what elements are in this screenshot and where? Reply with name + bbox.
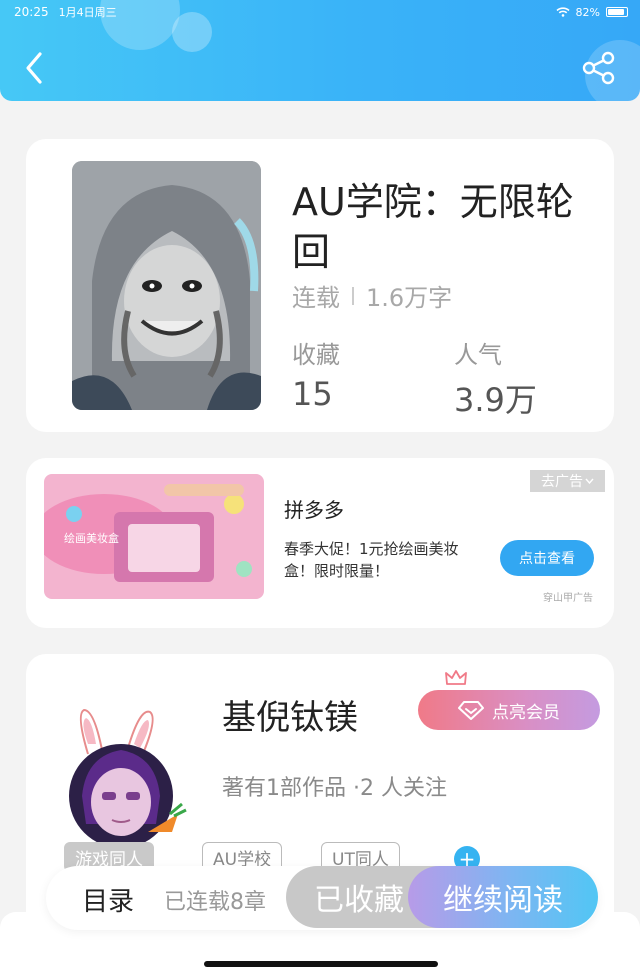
author-info: 著有1部作品 ·2 人关注 <box>222 776 447 801</box>
book-cover[interactable] <box>72 161 261 410</box>
crown-icon <box>445 670 467 685</box>
status-date: 1月4日周三 <box>58 6 117 19</box>
remove-ad-label: 去广告 <box>541 474 583 490</box>
favorites-label: 收藏 <box>292 341 340 369</box>
chevron-down-icon <box>585 478 594 484</box>
ad-card[interactable]: 绘画美妆盒 去广告 拼多多 春季大促！1元抢绘画美妆盒！限时限量！ 点击查看 穿… <box>26 458 614 628</box>
home-indicator <box>204 961 438 967</box>
activate-vip-button[interactable]: 点亮会员 <box>418 690 600 730</box>
status-time: 20:25 <box>14 5 49 19</box>
ad-product-image: 绘画美妆盒 <box>44 474 264 599</box>
bottom-action-bar: 目录 已连载8章 已收藏 继续阅读 <box>46 866 598 930</box>
meta-divider <box>352 286 354 305</box>
avatar-illustration <box>69 708 187 848</box>
status-bar: 20:25 1月4日周三 82% <box>14 3 628 21</box>
ad-view-button[interactable]: 点击查看 <box>500 540 594 576</box>
book-word-count: 1.6万字 <box>366 284 453 312</box>
popularity-label: 人气 <box>454 341 502 369</box>
author-avatar[interactable] <box>58 704 188 848</box>
share-icon <box>582 51 615 85</box>
table-of-contents-button[interactable]: 目录 <box>82 881 134 918</box>
popularity-value: 3.9万 <box>454 381 537 419</box>
continue-reading-button[interactable]: 继续阅读 <box>408 866 598 928</box>
back-button[interactable] <box>18 48 52 88</box>
book-status: 连载 <box>292 284 340 312</box>
author-name: 基倪钛镁 <box>222 698 358 738</box>
favorited-label: 已收藏 <box>314 883 404 918</box>
ad-description: 春季大促！1元抢绘画美妆盒！限时限量！ <box>284 540 459 580</box>
ad-source: 穿山甲广告 <box>543 593 593 604</box>
battery-icon <box>606 7 628 17</box>
diamond-icon <box>458 701 484 720</box>
chapter-progress: 已连载8章 <box>164 890 266 915</box>
back-arrow-icon <box>26 52 42 84</box>
remove-ad-button[interactable]: 去广告 <box>530 470 605 492</box>
book-meta: 连载 1.6万字 <box>292 278 452 313</box>
favorites-value: 15 <box>292 375 333 413</box>
top-header: 20:25 1月4日周三 82% <box>0 0 640 101</box>
wifi-icon <box>556 7 570 17</box>
ad-image[interactable]: 绘画美妆盒 <box>44 474 264 599</box>
share-button[interactable] <box>580 50 618 86</box>
vip-button-label: 点亮会员 <box>492 702 560 723</box>
book-cover-illustration <box>72 161 261 410</box>
ad-title: 拼多多 <box>284 498 344 522</box>
battery-percent: 82% <box>575 5 600 19</box>
book-info-card: AU学院：无限轮回 连载 1.6万字 收藏 15 人气 3.9万 <box>26 139 614 432</box>
book-title: AU学院：无限轮回 <box>292 180 574 274</box>
ad-image-text: 绘画美妆盒 <box>64 531 119 545</box>
